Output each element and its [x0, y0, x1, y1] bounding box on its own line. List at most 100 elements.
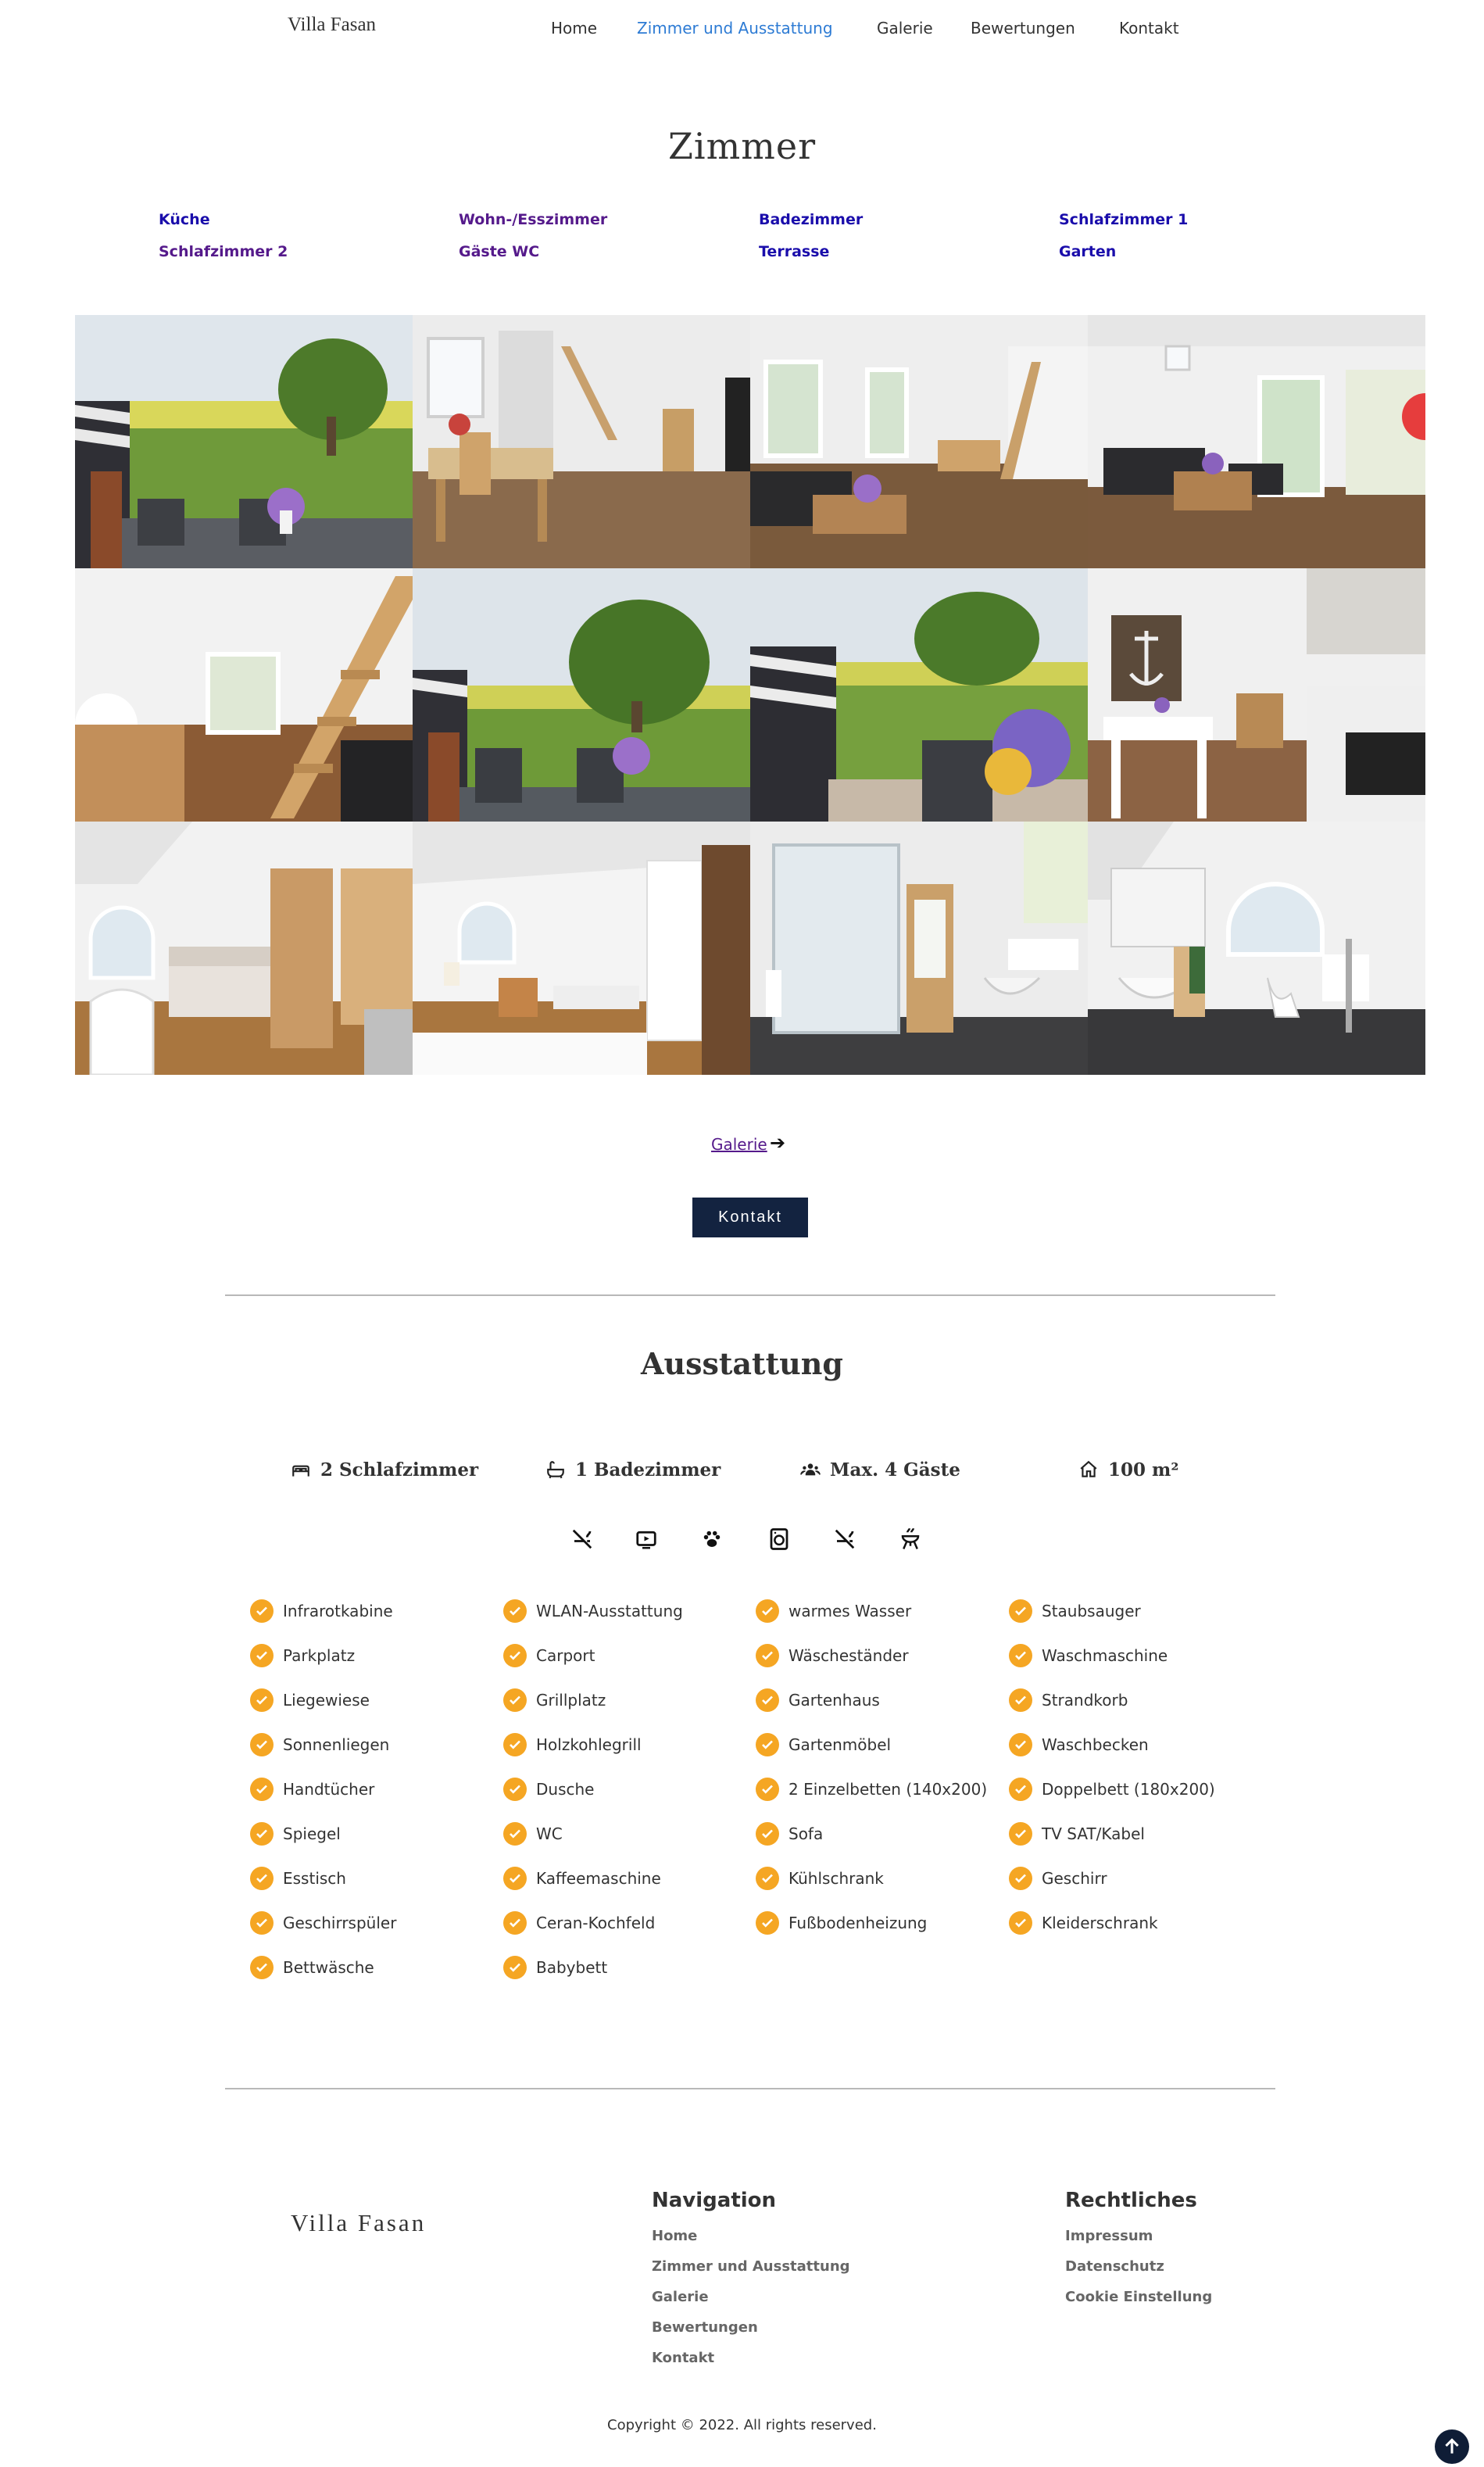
- gallery-link[interactable]: Galerie: [711, 1135, 767, 1154]
- feature-item: Wäscheständer: [756, 1644, 909, 1667]
- check-icon: [756, 1733, 779, 1756]
- feature-label: Geschirr: [1042, 1869, 1107, 1888]
- arrow-up-icon: [1445, 2438, 1459, 2454]
- photo-bathroom-shower[interactable]: [750, 822, 1088, 1075]
- amenities-title: Ausstattung: [640, 1346, 843, 1381]
- photo-bedroom-1[interactable]: [75, 822, 413, 1075]
- photo-living-room[interactable]: [1088, 315, 1425, 568]
- tv-icon: [635, 1527, 658, 1551]
- footer-link-datenschutz[interactable]: Datenschutz: [1065, 2258, 1164, 2275]
- feature-item: Kühlschrank: [756, 1867, 884, 1890]
- contact-button[interactable]: Kontakt: [692, 1198, 808, 1237]
- footer-link-cookie[interactable]: Cookie Einstellung: [1065, 2289, 1212, 2305]
- footer-legal-title: Rechtliches: [1065, 2189, 1197, 2212]
- feature-label: WLAN-Ausstattung: [536, 1602, 683, 1620]
- arrow-right-icon[interactable]: ➔: [770, 1132, 785, 1154]
- check-icon: [756, 1822, 779, 1846]
- check-icon: [503, 1599, 527, 1623]
- check-icon: [1009, 1778, 1032, 1801]
- feature-item: Babybett: [503, 1956, 607, 1979]
- photo-garden-beach-chair[interactable]: [75, 315, 413, 568]
- fact-area: 100 m²: [1078, 1455, 1178, 1484]
- check-icon: [503, 1956, 527, 1979]
- check-icon: [1009, 1822, 1032, 1846]
- feature-label: Liegewiese: [283, 1691, 370, 1710]
- no-smoking-icon: [570, 1527, 594, 1551]
- check-icon: [1009, 1644, 1032, 1667]
- feature-item: Sonnenliegen: [250, 1733, 389, 1756]
- room-link-gaeste-wc[interactable]: Gäste WC: [459, 243, 539, 260]
- fact-bathrooms: 1 Badezimmer: [545, 1455, 721, 1484]
- footer-link-home[interactable]: Home: [652, 2228, 697, 2244]
- check-icon: [250, 1867, 274, 1890]
- feature-label: Babybett: [536, 1958, 608, 1977]
- nav-home[interactable]: Home: [551, 19, 597, 38]
- photo-stairs[interactable]: [75, 568, 413, 822]
- feature-item: WLAN-Ausstattung: [503, 1599, 683, 1623]
- feature-label: warmes Wasser: [788, 1602, 912, 1620]
- nav-kontakt[interactable]: Kontakt: [1119, 19, 1179, 38]
- check-icon: [756, 1599, 779, 1623]
- photo-living-stairs[interactable]: [750, 315, 1088, 568]
- room-link-kueche[interactable]: Küche: [159, 211, 210, 228]
- feature-item: TV SAT/Kabel: [1009, 1822, 1145, 1846]
- footer-link-galerie[interactable]: Galerie: [652, 2289, 709, 2305]
- feature-item: Grillplatz: [503, 1688, 606, 1712]
- check-icon: [756, 1688, 779, 1712]
- feature-label: Kühlschrank: [788, 1869, 884, 1888]
- footer-divider: [225, 2088, 1275, 2089]
- check-icon: [250, 1822, 274, 1846]
- feature-item: Strandkorb: [1009, 1688, 1128, 1712]
- check-icon: [250, 1599, 274, 1623]
- feature-label: 2 Einzelbetten (140x200): [788, 1780, 988, 1799]
- feature-item: Geschirr: [1009, 1867, 1107, 1890]
- feature-item: Sofa: [756, 1822, 823, 1846]
- photo-garden[interactable]: [413, 568, 750, 822]
- room-link-schlafzimmer-1[interactable]: Schlafzimmer 1: [1059, 211, 1188, 228]
- feature-item: Staubsauger: [1009, 1599, 1141, 1623]
- check-icon: [1009, 1599, 1032, 1623]
- nav-bewertungen[interactable]: Bewertungen: [971, 19, 1075, 38]
- bed-icon: [292, 1465, 309, 1477]
- photo-dining-room[interactable]: [413, 315, 750, 568]
- footer-link-impressum[interactable]: Impressum: [1065, 2228, 1153, 2244]
- feature-item: Waschmaschine: [1009, 1644, 1168, 1667]
- feature-item: Carport: [503, 1644, 595, 1667]
- footer-link-bewertungen[interactable]: Bewertungen: [652, 2319, 758, 2336]
- room-link-wohnzimmer[interactable]: Wohn-/Esszimmer: [459, 211, 607, 228]
- photo-kitchen[interactable]: [1088, 568, 1425, 822]
- check-icon: [1009, 1867, 1032, 1890]
- feature-item: Esstisch: [250, 1867, 346, 1890]
- photo-bedroom-2[interactable]: [413, 822, 750, 1075]
- feature-item: Fußbodenheizung: [756, 1911, 927, 1935]
- feature-label: Geschirrspüler: [283, 1914, 397, 1932]
- footer-logo[interactable]: Villa Fasan: [291, 2209, 426, 2237]
- feature-label: Kaffeemaschine: [536, 1869, 661, 1888]
- photo-bathroom[interactable]: [1088, 822, 1425, 1075]
- feature-label: Esstisch: [283, 1869, 346, 1888]
- check-icon: [250, 1778, 274, 1801]
- feature-item: Bettwäsche: [250, 1956, 374, 1979]
- nav-galerie[interactable]: Galerie: [877, 19, 933, 38]
- copyright: Copyright © 2022. All rights reserved.: [607, 2417, 877, 2433]
- room-link-garten[interactable]: Garten: [1059, 243, 1116, 260]
- fact-bedrooms-label: 2 Schlafzimmer: [320, 1459, 479, 1481]
- room-link-terrasse[interactable]: Terrasse: [759, 243, 829, 260]
- check-icon: [250, 1733, 274, 1756]
- feature-item: Waschbecken: [1009, 1733, 1149, 1756]
- footer-link-zimmer[interactable]: Zimmer und Ausstattung: [652, 2258, 850, 2275]
- rooms-title: Zimmer: [667, 125, 817, 167]
- photo-terrace[interactable]: [750, 568, 1088, 822]
- home-icon: [1080, 1460, 1097, 1477]
- footer-link-kontakt[interactable]: Kontakt: [652, 2350, 714, 2366]
- section-divider: [225, 1294, 1275, 1296]
- nav-zimmer[interactable]: Zimmer und Ausstattung: [637, 19, 833, 38]
- scroll-to-top-button[interactable]: [1435, 2429, 1469, 2464]
- amenity-icons: [0, 1527, 1484, 1554]
- room-link-badezimmer[interactable]: Badezimmer: [759, 211, 863, 228]
- feature-label: Doppelbett (180x200): [1042, 1780, 1215, 1799]
- pets-icon: [700, 1527, 724, 1551]
- room-link-schlafzimmer-2[interactable]: Schlafzimmer 2: [159, 243, 288, 260]
- check-icon: [756, 1911, 779, 1935]
- check-icon: [1009, 1733, 1032, 1756]
